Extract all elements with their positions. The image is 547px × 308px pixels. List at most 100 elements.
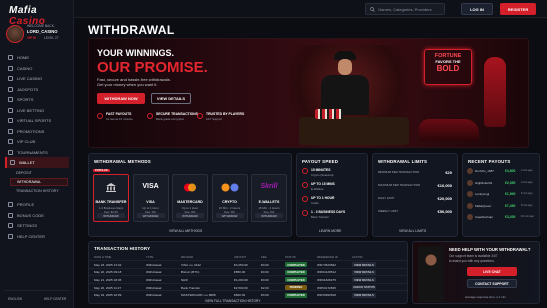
- row-action-button[interactable]: VIEW DETAILS: [352, 292, 376, 298]
- vip-badge: VIP III: [27, 36, 36, 40]
- username: LORD_CASINO: [27, 29, 58, 34]
- clock-icon: [302, 196, 308, 202]
- nav-label: WALLET: [19, 160, 35, 165]
- cell-fee: €0.00: [261, 262, 269, 267]
- footer-help-link[interactable]: HELP CENTER: [44, 297, 66, 301]
- contact-support-button[interactable]: CONTACT SUPPORT: [467, 279, 517, 288]
- nav-label: LIVE BETTING: [17, 107, 45, 113]
- login-button[interactable]: LOG IN: [461, 3, 493, 15]
- user-profile[interactable]: WELCOME BACK, LORD_CASINO VIP III LEVEL …: [6, 24, 70, 46]
- row-action-button[interactable]: VIEW DETAILS: [352, 277, 376, 283]
- sidebar-item-jackpots[interactable]: JACKPOTS: [5, 84, 69, 95]
- sidebar-subitem-transaction-history[interactable]: TRANSACTION HISTORY: [10, 187, 68, 195]
- register-button[interactable]: REGISTER: [500, 3, 536, 15]
- user-avatar: [467, 168, 473, 174]
- feature-icon: [197, 113, 203, 119]
- speed-time: 15 MINUTES: [311, 168, 331, 172]
- view-full-history-link[interactable]: VIEW FULL TRANSACTION HISTORY: [205, 299, 260, 303]
- payout-time: 2 min ago: [521, 169, 533, 173]
- nav-label: SPORTS: [17, 97, 34, 102]
- sidebar-item-vip-club[interactable]: VIP CLUB: [5, 136, 69, 147]
- method-bank-transfer[interactable]: BANK TRANSFER 1-3 Business Days Fee: €2.00…: [93, 174, 129, 222]
- transaction-history-card: TRANSACTION HISTORY DATE & TIME TYPE METHO…: [88, 241, 408, 304]
- withdraw-button[interactable]: WITHDRAW: [136, 213, 165, 218]
- sidebar-subitem-deposit[interactable]: DEPOSIT: [10, 169, 68, 177]
- woman-red-dress: [484, 57, 506, 127]
- status-badge: COMPLETED: [285, 292, 307, 298]
- method-crypto[interactable]: CRYPTO 15 Min - 2 Hours Fee: 0% WITHDRAW: [211, 174, 248, 222]
- row-action-button[interactable]: VIEW DETAILS: [352, 269, 376, 275]
- cell-date: May 23, 2025 14:32: [94, 262, 122, 267]
- table-row: May 21, 2025 18:45 Withdrawal Skrill €1,200…: [89, 275, 407, 283]
- sidebar-item-wallet[interactable]: WALLET: [5, 157, 69, 168]
- nav-icon: [10, 160, 15, 165]
- search-placeholder: Games, Categories, Providers: [378, 6, 432, 12]
- cell-method: Skrill: [181, 277, 188, 282]
- nav-icon: [8, 128, 13, 134]
- sidebar-subitem-withdrawal[interactable]: WITHDRAWAL: [10, 178, 68, 186]
- limit-value: €20,000: [437, 195, 452, 201]
- user-avatar: [467, 214, 473, 220]
- withdraw-button[interactable]: WITHDRAW: [176, 213, 204, 218]
- nav-icon: [8, 97, 13, 102]
- view-all-methods-link[interactable]: VIEW ALL METHODS: [169, 229, 202, 233]
- help-card: NEED HELP WITH YOUR WITHDRAWAL? Our supp…: [412, 241, 540, 304]
- payout-speed-title: PAYOUT SPEED: [302, 159, 339, 164]
- method-e-wallets[interactable]: Skrill E-WALLETS 15 Min - 2 Hours Fee: 0% WI…: [251, 174, 287, 222]
- limit-value: €50,000: [437, 208, 452, 214]
- sidebar-item-home[interactable]: HOME: [5, 52, 69, 63]
- hero-line2: OUR PROMISE.: [97, 59, 208, 76]
- nav-icon: [8, 107, 13, 113]
- method-visa[interactable]: VISA VISA Up to 1 Hour Fee: 0% WITHDRAW: [132, 174, 169, 222]
- sidebar-item-settings[interactable]: SETTINGS: [5, 220, 69, 231]
- speed-time: 1 - 3 BUSINESS DAYS: [311, 210, 346, 214]
- cell-date: May 19, 2025 16:09: [94, 293, 122, 298]
- sidebar-item-live-casino[interactable]: LIVE CASINO: [5, 73, 69, 84]
- sidebar-item-profile[interactable]: PROFILE: [5, 199, 69, 210]
- withdraw-button[interactable]: WITHDRAW: [97, 213, 125, 218]
- live-chat-button[interactable]: LIVE CHAT: [467, 267, 517, 276]
- withdraw-button[interactable]: WITHDRAW: [215, 213, 244, 218]
- response-time: Average response time: ≤ 1 min: [465, 295, 506, 299]
- view-all-limits-link[interactable]: VIEW ALL LIMITS: [399, 229, 426, 233]
- nav-icon: [8, 202, 13, 207]
- sidebar-item-virtual-sports[interactable]: VIRTUAL SPORTS: [5, 115, 69, 126]
- sidebar-item-help-center[interactable]: HELP CENTER: [5, 231, 69, 242]
- view-details-button[interactable]: VIEW DETAILS: [151, 93, 191, 104]
- sidebar-item-bonus-code[interactable]: BONUS CODE: [5, 210, 69, 221]
- history-col-header: DATE & TIME: [94, 255, 112, 259]
- method-mastercard[interactable]: MASTERCARD Up to 1 Hour Fee: 0% WITHDRAW: [172, 174, 208, 222]
- speed-method: Bank Transfer: [311, 214, 329, 219]
- avatar: [6, 25, 24, 43]
- cell-ref: WD33952818: [317, 293, 336, 298]
- red-car: [419, 119, 479, 141]
- feature-icon: [97, 113, 103, 119]
- sidebar-item-sports[interactable]: SPORTS: [5, 94, 69, 105]
- payout-amount: €4,800: [505, 169, 516, 173]
- learn-more-link[interactable]: LEARN MORE: [319, 229, 341, 233]
- withdrawal-methods-card: WITHDRAWAL METHODS BANK TRANSFER 1-3 Busi…: [88, 153, 292, 237]
- sidebar-item-live-betting[interactable]: LIVE BETTING: [5, 105, 69, 116]
- sidebar-item-tournaments[interactable]: TOURNAMENTS: [5, 147, 69, 158]
- nav-label: VIP CLUB: [17, 139, 36, 144]
- sidebar-item-casino[interactable]: CASINO: [5, 63, 69, 74]
- status-badge: COMPLETED: [285, 262, 307, 268]
- withdraw-now-button[interactable]: WITHDRAW NOW: [97, 93, 145, 104]
- withdrawal-limits-card: WITHDRAWAL LIMITS MINIMUM PER TRANSACTIO…: [372, 153, 458, 237]
- language-selector[interactable]: ENGLISH: [8, 297, 22, 301]
- speed-method: Crypto (Selected): [311, 172, 334, 177]
- method-name: CRYPTO: [222, 200, 237, 204]
- withdraw-button[interactable]: WITHDRAW: [255, 213, 283, 218]
- search-input[interactable]: Games, Categories, Providers: [365, 3, 445, 15]
- feature-sub: Bank-grade encryption: [156, 117, 185, 121]
- cell-method: VISA •••• 4242: [181, 262, 201, 267]
- row-action-button[interactable]: CHECK STATUS: [352, 284, 376, 290]
- feature-sub: As fast as 15 minutes: [106, 117, 133, 121]
- row-action-button[interactable]: VIEW DETAILS: [352, 262, 376, 268]
- nav-label: JACKPOTS: [17, 86, 39, 92]
- method-name: BANK TRANSFER: [95, 200, 127, 204]
- payout-amount: €7,450: [505, 203, 516, 208]
- cell-amount: €600.00: [234, 293, 246, 298]
- sidebar-item-promotions[interactable]: PROMOTIONS: [5, 126, 69, 137]
- cell-fee: €0.00: [261, 270, 269, 275]
